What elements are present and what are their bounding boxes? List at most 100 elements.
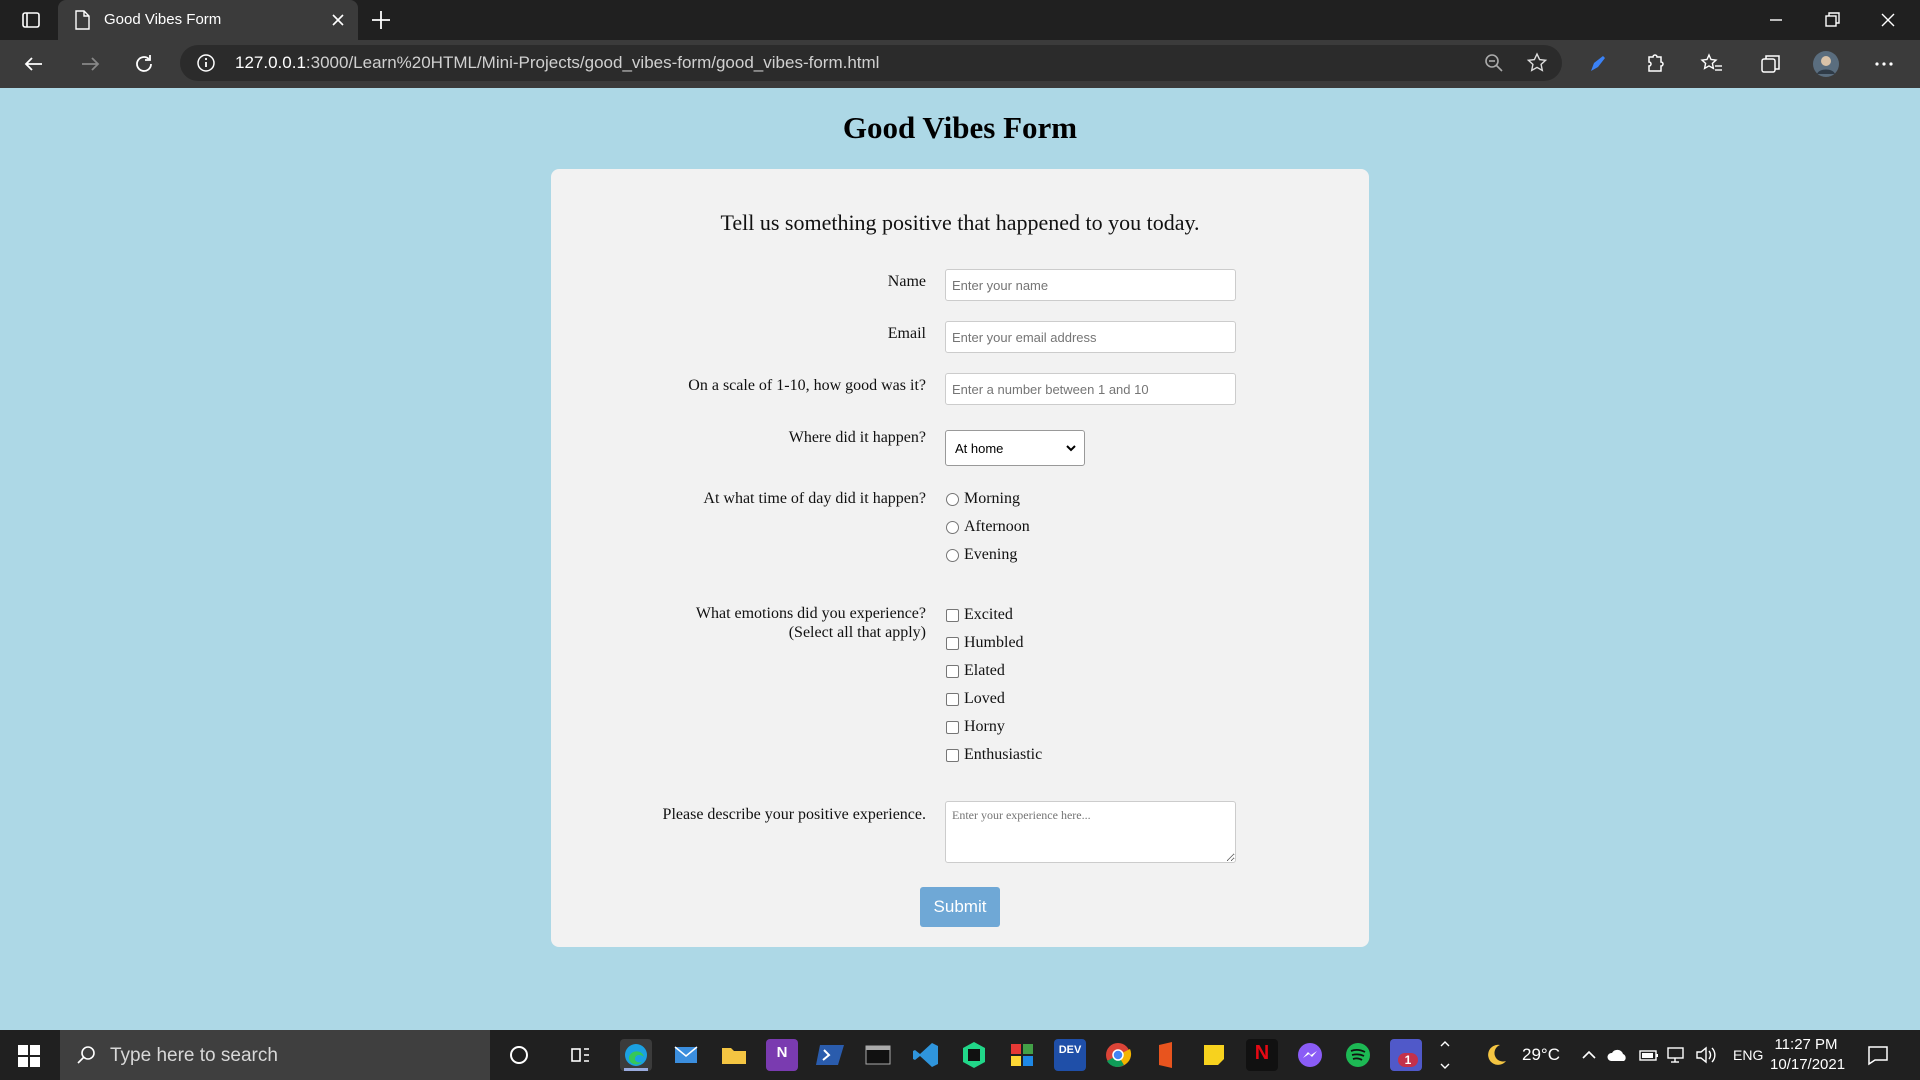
- tab-title: Good Vibes Form: [104, 11, 222, 28]
- taskbar-search[interactable]: Type here to search: [60, 1030, 490, 1080]
- teams-badge: 1: [1398, 1053, 1418, 1067]
- checkbox-humbled[interactable]: [946, 637, 959, 650]
- restore-icon[interactable]: [1818, 6, 1846, 34]
- onenote-icon[interactable]: N: [766, 1039, 798, 1071]
- refresh-icon[interactable]: [130, 50, 158, 78]
- clion-icon[interactable]: [958, 1039, 990, 1071]
- back-icon[interactable]: [20, 50, 48, 78]
- url-text: 127.0.0.1:3000/Learn%20HTML/Mini-Project…: [235, 53, 879, 73]
- location-selected-value: At home: [955, 441, 1004, 456]
- checkbox-loved[interactable]: [946, 693, 959, 706]
- checkbox-excited[interactable]: [946, 609, 959, 622]
- messenger-icon[interactable]: [1294, 1039, 1326, 1071]
- good-vibes-form: Tell us something positive that happened…: [551, 169, 1369, 947]
- notifications-icon[interactable]: [1866, 1043, 1890, 1067]
- weather-icon[interactable]: [1482, 1041, 1510, 1069]
- submit-button[interactable]: Submit: [920, 887, 1000, 927]
- checkbox-label-humbled: Humbled: [964, 634, 1024, 651]
- experience-label: Please describe your positive experience…: [662, 806, 926, 823]
- more-options-icon[interactable]: [1870, 50, 1898, 78]
- checkbox-label-excited: Excited: [964, 606, 1013, 623]
- teams-icon[interactable]: 1: [1390, 1039, 1422, 1071]
- weather-temperature[interactable]: 29°C: [1522, 1045, 1560, 1065]
- search-placeholder: Type here to search: [110, 1045, 278, 1066]
- volume-icon[interactable]: [1694, 1045, 1718, 1065]
- scroll-taskbar-icon[interactable]: [1438, 1038, 1452, 1072]
- close-tab-icon[interactable]: [328, 10, 348, 30]
- vscode-icon[interactable]: [910, 1039, 942, 1071]
- search-icon: [77, 1046, 95, 1064]
- browser-tab[interactable]: Good Vibes Form: [58, 0, 358, 40]
- checkbox-label-horny: Horny: [964, 718, 1005, 735]
- name-input[interactable]: [945, 269, 1236, 301]
- checkbox-enthusiastic[interactable]: [946, 749, 959, 762]
- tab-actions-icon[interactable]: [16, 8, 44, 32]
- running-indicator: [624, 1068, 648, 1071]
- time-of-day-label: At what time of day did it happen?: [703, 490, 926, 507]
- app-grid-icon[interactable]: [1006, 1039, 1038, 1071]
- mail-icon[interactable]: [670, 1039, 702, 1071]
- location-select[interactable]: At home: [945, 430, 1085, 466]
- profile-avatar-icon[interactable]: [1812, 50, 1840, 78]
- terminal-icon[interactable]: [862, 1039, 894, 1071]
- radio-label-afternoon: Afternoon: [964, 518, 1030, 535]
- checkbox-label-enthusiastic: Enthusiastic: [964, 746, 1043, 763]
- radio-morning[interactable]: [946, 493, 959, 506]
- powershell-icon[interactable]: [814, 1039, 846, 1071]
- checkbox-elated[interactable]: [946, 665, 959, 678]
- chrome-icon[interactable]: [1102, 1039, 1134, 1071]
- browser-toolbar: 127.0.0.1:3000/Learn%20HTML/Mini-Project…: [0, 40, 1920, 88]
- task-view-icon[interactable]: [564, 1039, 596, 1071]
- site-info-icon[interactable]: [196, 53, 216, 73]
- cortana-icon[interactable]: [503, 1039, 535, 1071]
- rating-label: On a scale of 1-10, how good was it?: [688, 377, 926, 394]
- pen-extension-icon[interactable]: [1584, 50, 1612, 78]
- battery-icon[interactable]: [1638, 1046, 1660, 1064]
- new-tab-icon[interactable]: [368, 7, 394, 33]
- chevron-up-icon[interactable]: [1580, 1046, 1598, 1064]
- onedrive-icon[interactable]: [1606, 1045, 1630, 1065]
- page-icon: [75, 10, 90, 30]
- edge-icon[interactable]: [620, 1039, 652, 1071]
- office-icon[interactable]: [1150, 1039, 1182, 1071]
- experience-textarea[interactable]: [945, 801, 1236, 863]
- clock[interactable]: 11:27 PM 10/17/2021: [1770, 1035, 1845, 1075]
- radio-label-evening: Evening: [964, 546, 1018, 563]
- page-content: Good Vibes Form Tell us something positi…: [0, 88, 1920, 1030]
- forward-icon[interactable]: [76, 50, 104, 78]
- address-bar[interactable]: 127.0.0.1:3000/Learn%20HTML/Mini-Project…: [180, 45, 1562, 81]
- clock-time: 11:27 PM: [1774, 1036, 1838, 1053]
- language-indicator[interactable]: ENG: [1733, 1047, 1763, 1063]
- taskbar: Type here to search N DEV N 1 29°C ENG 1…: [0, 1030, 1920, 1080]
- onenote-glyph: N: [776, 1044, 788, 1061]
- radio-afternoon[interactable]: [946, 521, 959, 534]
- collections-icon[interactable]: [1756, 50, 1784, 78]
- radio-evening[interactable]: [946, 549, 959, 562]
- extensions-icon[interactable]: [1640, 50, 1668, 78]
- spotify-icon[interactable]: [1342, 1039, 1374, 1071]
- network-icon[interactable]: [1666, 1045, 1688, 1065]
- edge-logo-icon: [625, 1044, 647, 1066]
- location-label: Where did it happen?: [788, 429, 926, 446]
- dev-glyph: DEV: [1058, 1044, 1082, 1056]
- zoom-icon[interactable]: [1482, 51, 1506, 75]
- add-favorite-icon[interactable]: [1525, 51, 1549, 75]
- netflix-glyph: N: [1254, 1042, 1270, 1064]
- checkbox-label-loved: Loved: [964, 690, 1005, 707]
- close-window-icon[interactable]: [1874, 6, 1902, 34]
- dev-app-icon[interactable]: DEV: [1054, 1039, 1086, 1071]
- file-explorer-icon[interactable]: [718, 1039, 750, 1071]
- email-input[interactable]: [945, 321, 1236, 353]
- minimize-icon[interactable]: [1762, 6, 1790, 34]
- netflix-icon[interactable]: N: [1246, 1039, 1278, 1071]
- emotions-sublabel: (Select all that apply): [788, 624, 926, 641]
- radio-label-morning: Morning: [964, 490, 1020, 507]
- rating-input[interactable]: [945, 373, 1236, 405]
- email-label: Email: [887, 325, 926, 342]
- sticky-notes-icon[interactable]: [1198, 1039, 1230, 1071]
- checkbox-horny[interactable]: [946, 721, 959, 734]
- windows-start-icon[interactable]: [18, 1045, 40, 1067]
- checkbox-label-elated: Elated: [964, 662, 1005, 679]
- favorites-icon[interactable]: [1698, 50, 1726, 78]
- emotions-label: What emotions did you experience?: [695, 605, 926, 622]
